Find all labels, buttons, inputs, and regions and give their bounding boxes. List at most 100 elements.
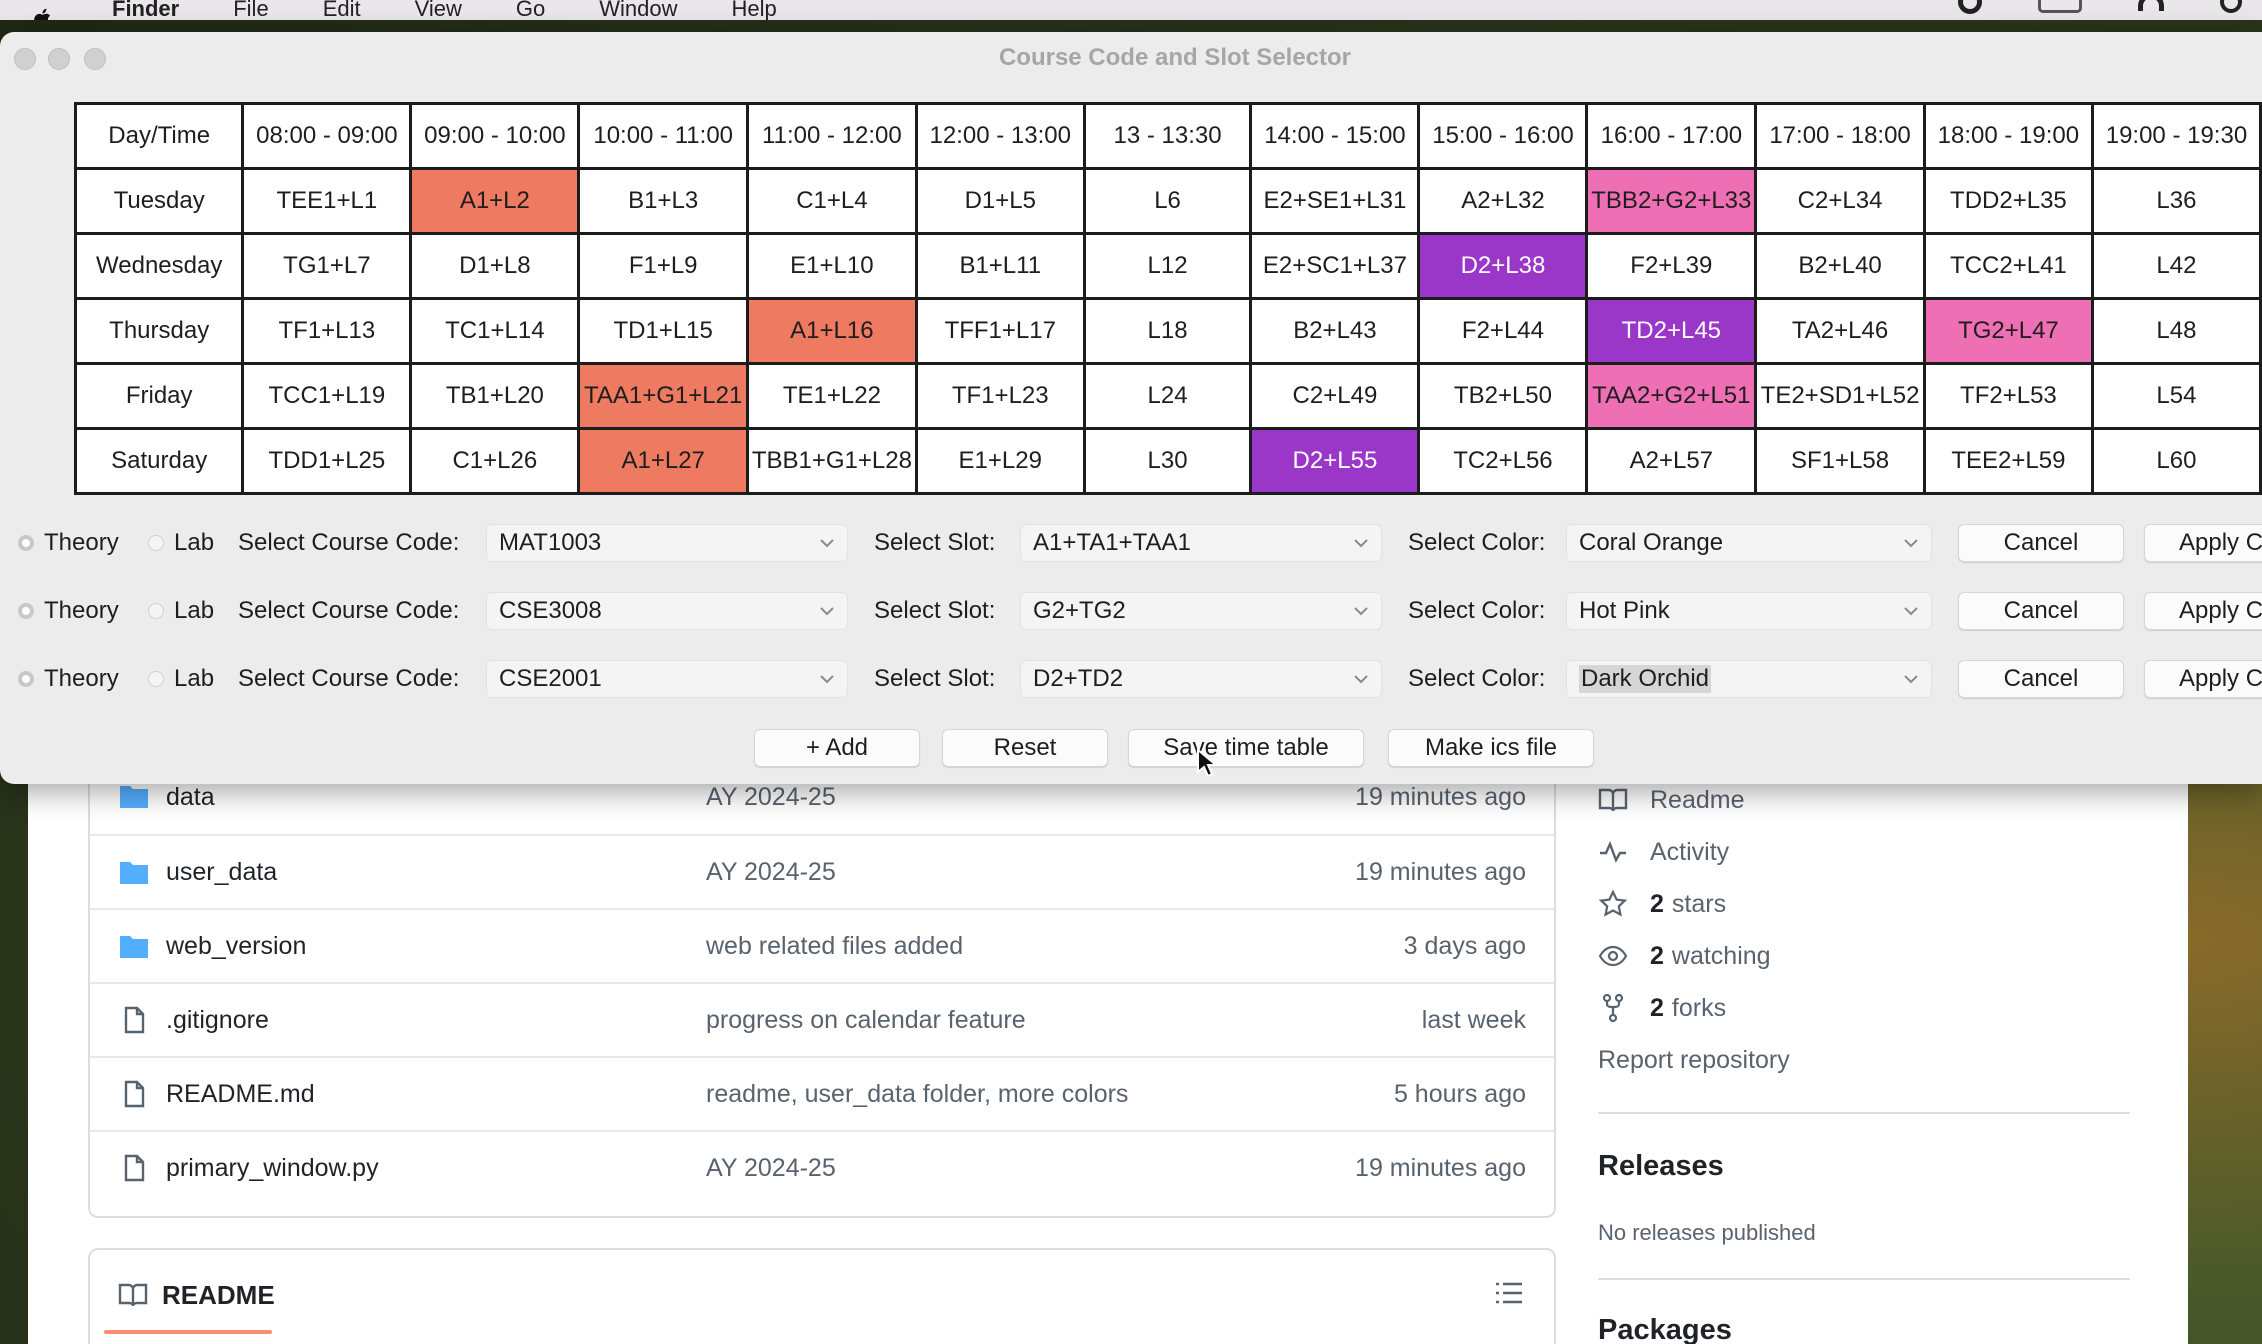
commit-message[interactable]: progress on calendar feature — [706, 1006, 1026, 1035]
menu-edit[interactable]: Edit — [323, 0, 361, 20]
search-icon[interactable] — [2220, 0, 2242, 13]
course-code-value: CSE3008 — [499, 597, 602, 624]
sidebar-readme-link[interactable]: Readme — [1598, 780, 1745, 820]
slot-cell: L42 — [2090, 232, 2262, 300]
slot-cell: D1+L8 — [409, 232, 581, 300]
wifi-icon[interactable] — [2138, 0, 2164, 11]
readme-tab[interactable]: README — [162, 1280, 275, 1311]
course-code-value: MAT1003 — [499, 529, 602, 556]
cancel-button[interactable]: Cancel — [1958, 660, 2124, 698]
action-bar: + Add Reset Save time table Make ics fil… — [0, 729, 2262, 769]
file-name[interactable]: .gitignore — [166, 1006, 269, 1035]
timetable-header-row: Day/Time 08:00 - 09:00 09:00 - 10:00 10:… — [73, 102, 2262, 170]
file-row[interactable]: web_version web related files added 3 da… — [90, 908, 1554, 982]
slot-cell: D2+L55 — [1249, 427, 1421, 495]
folder-icon — [120, 786, 148, 808]
apply-button[interactable]: Apply C — [2144, 524, 2262, 562]
add-course-button[interactable]: + Add — [754, 729, 920, 767]
menu-app-name[interactable]: Finder — [112, 0, 179, 20]
save-time-table-button[interactable]: Save time table — [1128, 729, 1364, 767]
apply-button[interactable]: Apply C — [2144, 592, 2262, 630]
header-cell: 09:00 - 10:00 — [409, 102, 581, 170]
forks-label: forks — [1671, 993, 1727, 1022]
slot-cell: B1+L11 — [914, 232, 1086, 300]
file-name[interactable]: user_data — [166, 858, 277, 887]
commit-message[interactable]: web related files added — [706, 932, 963, 961]
color-label: Select Color: — [1408, 665, 1546, 692]
course-code-select[interactable]: MAT1003 — [486, 524, 848, 562]
lab-label[interactable]: Lab — [174, 592, 214, 630]
course-row: Theory Lab Select Course Code: CSE2001 S… — [0, 660, 2262, 700]
readme-panel: README — [88, 1248, 1556, 1344]
sidebar-forks-link[interactable]: 2 forks — [1598, 988, 1726, 1028]
record-icon[interactable] — [1958, 0, 1982, 14]
slot-cell: A2+L32 — [1417, 167, 1589, 235]
commit-message[interactable]: readme, user_data folder, more colors — [706, 1080, 1128, 1109]
slot-select[interactable]: D2+TD2 — [1020, 660, 1382, 698]
commit-message[interactable]: AY 2024-25 — [706, 1154, 836, 1183]
apply-button[interactable]: Apply C — [2144, 660, 2262, 698]
lab-radio[interactable] — [148, 603, 164, 619]
file-row[interactable]: README.md readme, user_data folder, more… — [90, 1056, 1554, 1130]
file-name[interactable]: data — [166, 783, 215, 812]
course-code-select[interactable]: CSE2001 — [486, 660, 848, 698]
lab-label[interactable]: Lab — [174, 524, 214, 562]
report-repository-link[interactable]: Report repository — [1598, 1040, 1790, 1080]
slot-select[interactable]: A1+TA1+TAA1 — [1020, 524, 1382, 562]
file-name[interactable]: README.md — [166, 1080, 315, 1109]
file-name[interactable]: web_version — [166, 932, 306, 961]
header-cell: 16:00 - 17:00 — [1585, 102, 1758, 170]
sidebar-activity-link[interactable]: Activity — [1598, 832, 1729, 872]
menu-view[interactable]: View — [415, 0, 462, 20]
menu-window[interactable]: Window — [599, 0, 677, 20]
commit-message[interactable]: AY 2024-25 — [706, 783, 836, 812]
theory-radio[interactable] — [18, 535, 34, 551]
file-row[interactable]: primary_window.py AY 2024-25 19 minutes … — [90, 1130, 1554, 1204]
cancel-button[interactable]: Cancel — [1958, 524, 2124, 562]
slot-select[interactable]: G2+TG2 — [1020, 592, 1382, 630]
outline-list-icon[interactable] — [1494, 1280, 1524, 1306]
theory-radio[interactable] — [18, 671, 34, 687]
commit-message[interactable]: AY 2024-25 — [706, 858, 836, 887]
book-icon — [118, 1283, 148, 1307]
slot-cell: TEE1+L1 — [241, 167, 413, 235]
theory-label[interactable]: Theory — [44, 592, 119, 630]
battery-icon[interactable] — [2038, 0, 2082, 13]
folder-icon — [120, 862, 148, 884]
packages-heading[interactable]: Packages — [1598, 1314, 1732, 1344]
menu-go[interactable]: Go — [516, 0, 545, 20]
menu-help[interactable]: Help — [732, 0, 777, 20]
file-row[interactable]: user_data AY 2024-25 19 minutes ago — [90, 834, 1554, 908]
theory-radio[interactable] — [18, 603, 34, 619]
reset-button[interactable]: Reset — [942, 729, 1108, 767]
cancel-button[interactable]: Cancel — [1958, 592, 2124, 630]
window-titlebar[interactable]: Course Code and Slot Selector — [0, 32, 2262, 86]
color-value: Hot Pink — [1579, 597, 1670, 624]
sidebar-watching-link[interactable]: 2 watching — [1598, 936, 1771, 976]
lab-radio[interactable] — [148, 535, 164, 551]
menu-file[interactable]: File — [233, 0, 268, 20]
slot-cell: A1+L2 — [409, 167, 581, 235]
theory-label[interactable]: Theory — [44, 660, 119, 698]
releases-heading[interactable]: Releases — [1598, 1150, 1724, 1183]
course-code-select[interactable]: CSE3008 — [486, 592, 848, 630]
sidebar-stars-link[interactable]: 2 stars — [1598, 884, 1726, 924]
lab-label[interactable]: Lab — [174, 660, 214, 698]
slot-cell: F1+L9 — [577, 232, 750, 300]
color-value: Coral Orange — [1579, 529, 1724, 556]
color-select[interactable]: Coral Orange — [1566, 524, 1932, 562]
theory-label[interactable]: Theory — [44, 524, 119, 562]
lab-radio[interactable] — [148, 671, 164, 687]
file-name[interactable]: primary_window.py — [166, 1154, 379, 1183]
course-code-label: Select Course Code: — [238, 597, 460, 624]
slot-cell: TG2+L47 — [1922, 297, 2094, 365]
chevron-down-icon — [820, 675, 834, 684]
color-select[interactable]: Dark Orchid — [1566, 660, 1932, 698]
file-row[interactable]: .gitignore progress on calendar feature … — [90, 982, 1554, 1056]
color-select[interactable]: Hot Pink — [1566, 592, 1932, 630]
slot-value: A1+TA1+TAA1 — [1033, 529, 1191, 556]
make-ics-file-button[interactable]: Make ics file — [1388, 729, 1594, 767]
course-code-value: CSE2001 — [499, 665, 602, 692]
apple-icon[interactable] — [30, 6, 56, 20]
slot-label: Select Slot: — [874, 597, 996, 624]
